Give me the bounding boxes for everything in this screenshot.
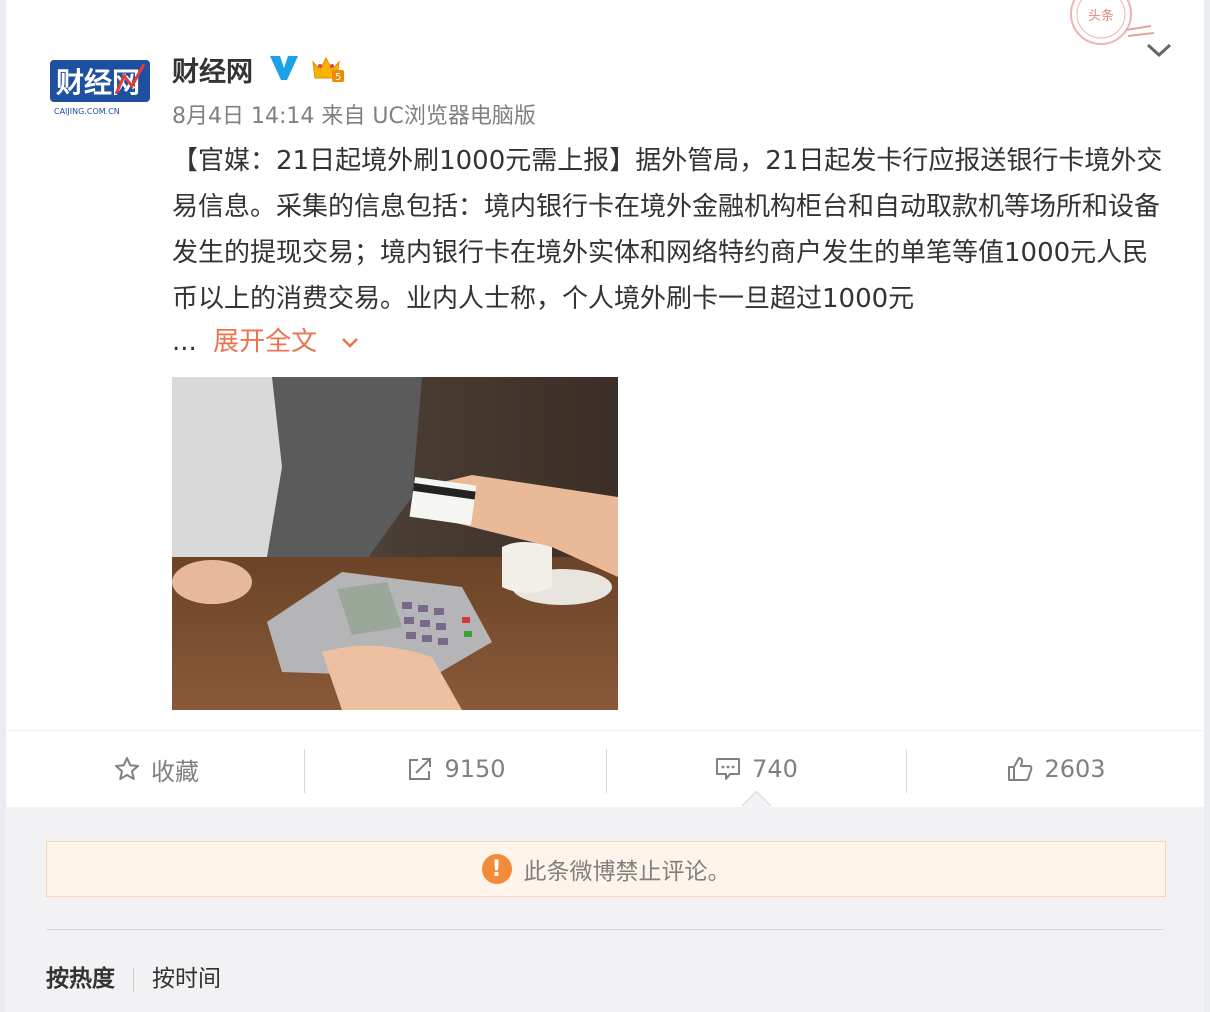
comment-icon [716, 758, 741, 780]
svg-text:头条: 头条 [1088, 8, 1114, 24]
action-bar: 收藏 9150 740 2603 [6, 730, 1204, 808]
star-icon [115, 757, 139, 780]
favorite-button[interactable]: 收藏 [6, 731, 306, 807]
like-count: 2603 [1044, 755, 1106, 783]
share-icon [409, 758, 432, 780]
notice-text: 此条微博禁止评论。 [523, 859, 731, 885]
expand-full-text-link[interactable]: 展开全文 [213, 327, 317, 357]
comments-disabled-notice: ! 此条微博禁止评论。 [46, 841, 1166, 897]
post-text: 【官媒：21日起境外刷1000元需上报】据外管局，21日起发卡行应报送银行卡境外… [172, 146, 1163, 314]
svg-text:CAIJING.COM.CN: CAIJING.COM.CN [54, 107, 120, 116]
post-time[interactable]: 8月4日 14:14 [172, 104, 314, 129]
post-meta: 8月4日 14:14 来自 UC浏览器电脑版 [172, 98, 536, 130]
vip-crown-icon[interactable]: 5 [310, 52, 346, 84]
verified-v-icon[interactable] [268, 52, 300, 82]
expand-chevron-icon[interactable] [340, 332, 360, 352]
chevron-down-icon[interactable] [1144, 38, 1174, 62]
divider [46, 929, 1164, 930]
post-source[interactable]: UC浏览器电脑版 [372, 104, 535, 129]
comment-count: 740 [752, 755, 798, 783]
sort-by-hot[interactable]: 按热度 [46, 966, 115, 992]
divider [133, 967, 134, 992]
comment-sort: 按热度 按时间 [46, 959, 221, 993]
thumbs-up-icon [1008, 757, 1033, 781]
expand-row: ... 展开全文 [172, 322, 358, 362]
exclamation-icon: ! [481, 854, 512, 884]
source-prefix: 来自 [321, 104, 366, 129]
divider [304, 749, 305, 793]
author-avatar[interactable]: 财经网 CAIJING.COM.CN [50, 56, 150, 118]
weibo-card: 头条 财经网 CAIJING.COM.CN 财经网 5 8月4日 14:14 来… [6, 0, 1204, 1012]
sort-by-time[interactable]: 按时间 [152, 966, 221, 992]
repost-count: 9150 [444, 755, 506, 783]
ellipsis: ... [172, 327, 197, 357]
like-button[interactable]: 2603 [906, 731, 1206, 807]
svg-text:5: 5 [335, 72, 341, 83]
repost-button[interactable]: 9150 [306, 731, 606, 807]
author-name[interactable]: 财经网 [172, 50, 253, 89]
favorite-label: 收藏 [151, 757, 199, 786]
post-image[interactable] [172, 377, 618, 710]
comment-area: ! 此条微博禁止评论。 按热度 按时间 [6, 807, 1204, 1012]
